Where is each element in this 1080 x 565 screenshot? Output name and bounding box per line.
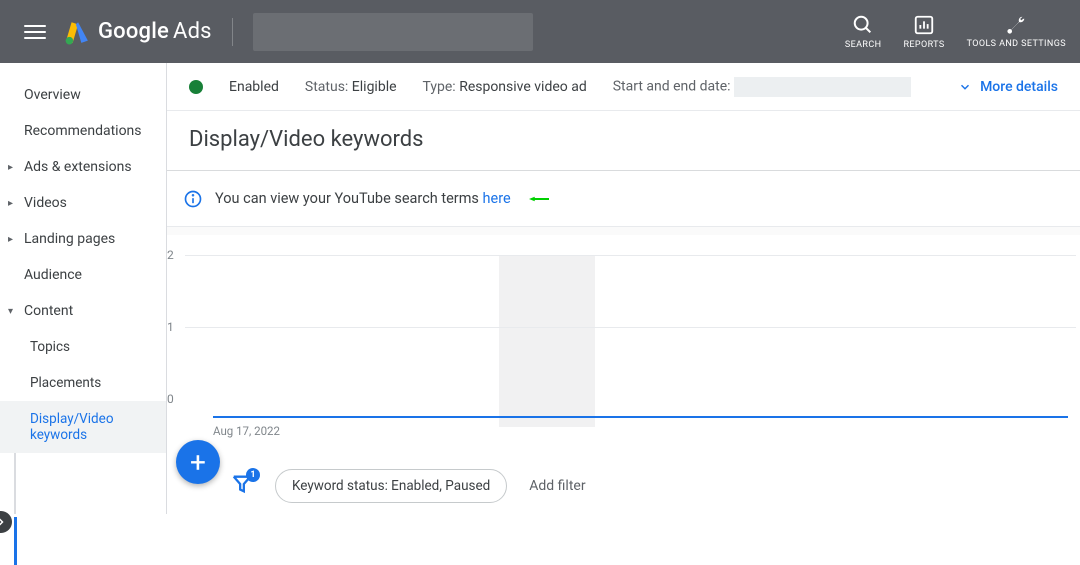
hamburger-menu-icon[interactable] [24,21,46,43]
status-bar: Enabled Status: Eligible Type: Responsiv… [167,63,1080,111]
sidebar-item-recommendations[interactable]: Recommendations [0,113,166,149]
chart-highlight-band [499,255,595,427]
search-button[interactable]: SEARCH [845,14,882,50]
chart-x-axis [213,416,1068,418]
logo-text-primary: Google [98,19,169,44]
status-enabled: Enabled [229,79,279,95]
caret-right-icon: ▸ [8,162,13,173]
date-group: Start and end date: [613,77,911,97]
page-title: Display/Video keywords [167,111,1080,171]
keywords-chart: 2 1 0 Aug 17, 2022 [167,235,1080,460]
account-selector-redacted[interactable] [253,13,533,51]
sidebar-item-ads-extensions[interactable]: ▸Ads & extensions [0,149,166,185]
main-content: Enabled Status: Eligible Type: Responsiv… [167,63,1080,514]
sidebar-item-overview[interactable]: Overview [0,77,166,113]
info-notice: You can view your YouTube search terms h… [167,171,1080,227]
google-ads-logo-icon [64,19,90,45]
info-icon [183,189,203,209]
sidebar-item-audience[interactable]: Audience [0,257,166,293]
add-filter-button[interactable]: Add filter [529,478,585,494]
sidebar-selection-bar [14,517,17,565]
tools-button[interactable]: TOOLS AND SETTINGS [967,14,1066,50]
chevron-down-icon [958,80,972,94]
plus-icon: + [190,446,206,479]
header-divider [232,18,233,46]
app-header: Google Ads SEARCH REPORTS TOOLS AND SETT… [0,0,1080,63]
reports-chart-icon [913,14,935,36]
notice-link[interactable]: here [483,190,511,207]
main-layout: Overview Recommendations ▸Ads & extensio… [0,63,1080,514]
y-tick-0: 0 [167,392,174,406]
caret-right-icon: ▸ [8,234,13,245]
add-keyword-fab[interactable]: + [176,440,220,484]
filter-bar: 1 Keyword status: Enabled, Paused Add fi… [167,458,1080,514]
filter-count-badge: 1 [246,468,260,482]
status-dot-icon [189,80,203,94]
sidebar-item-placements[interactable]: Placements [0,365,166,401]
app-logo[interactable]: Google Ads [64,19,212,45]
left-sidebar: Overview Recommendations ▸Ads & extensio… [0,63,167,514]
sidebar-item-topics[interactable]: Topics [0,329,166,365]
sidebar-item-landing-pages[interactable]: ▸Landing pages [0,221,166,257]
sidebar-item-content[interactable]: ▾Content [0,293,166,329]
filter-funnel-button[interactable]: 1 [231,473,253,499]
logo-text-secondary: Ads [173,19,212,44]
sidebar-collapse-toggle[interactable] [0,511,12,533]
type-group: Type: Responsive video ad [423,79,587,95]
chart-x-start-label: Aug 17, 2022 [213,424,280,438]
search-icon [852,14,874,36]
status-group: Status: Eligible [305,79,397,95]
caret-down-icon: ▾ [8,306,13,317]
filter-chip-keyword-status[interactable]: Keyword status: Enabled, Paused [275,469,507,503]
more-details-toggle[interactable]: More details [958,79,1058,95]
y-tick-1: 1 [167,320,174,334]
y-tick-2: 2 [167,248,174,262]
reports-button[interactable]: REPORTS [903,14,944,50]
annotation-arrow-icon [529,189,549,209]
notice-text: You can view your YouTube search terms h… [215,190,511,207]
wrench-icon [1005,14,1027,36]
sidebar-item-display-video-keywords[interactable]: Display/Video keywords [0,401,166,453]
chevron-right-icon [0,516,7,528]
date-redacted [734,77,911,97]
sidebar-item-videos[interactable]: ▸Videos [0,185,166,221]
caret-right-icon: ▸ [8,198,13,209]
